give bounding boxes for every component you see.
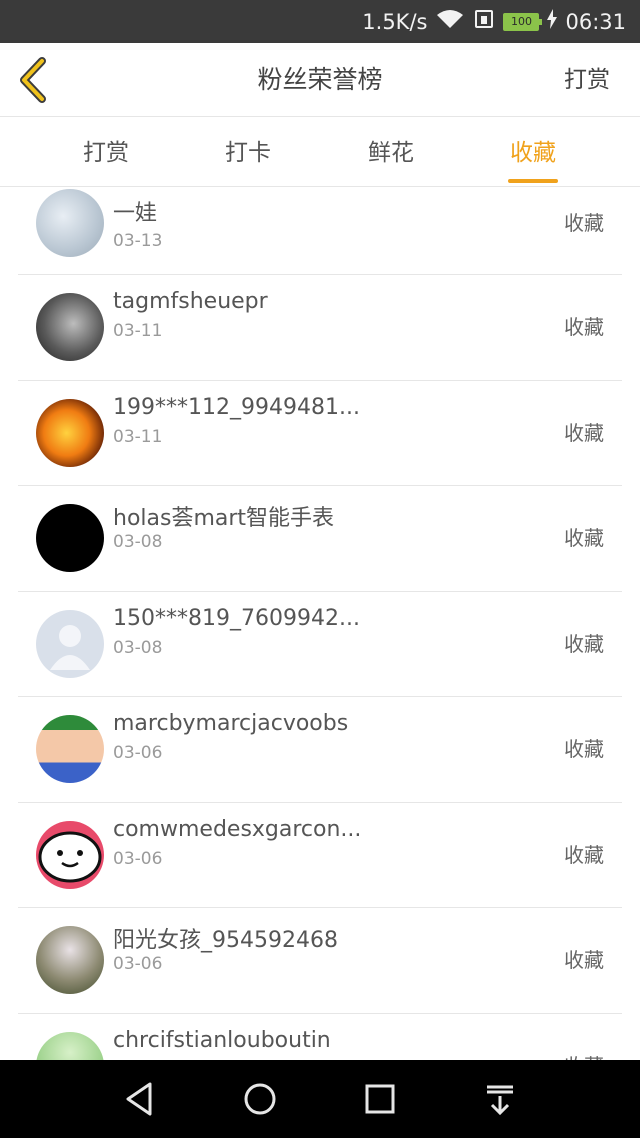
- list-action: 收藏: [564, 737, 604, 761]
- avatar[interactable]: [36, 504, 104, 572]
- tab-active-indicator: [508, 179, 558, 183]
- list-action: 收藏: [564, 420, 604, 445]
- square-recents-icon: [365, 1084, 395, 1114]
- user-name: 阳光女孩_954592468: [113, 928, 338, 953]
- list-item[interactable]: 一娃 03-13 收藏: [18, 187, 622, 275]
- header: 粉丝荣誉榜 打赏: [0, 43, 640, 117]
- avatar[interactable]: [36, 926, 104, 994]
- tab-favorites[interactable]: 收藏: [493, 117, 573, 187]
- user-name: tagmfsheuepr: [113, 289, 268, 314]
- avatar[interactable]: [36, 820, 104, 889]
- tab-flowers[interactable]: 鲜花: [351, 117, 431, 187]
- home-nav-button[interactable]: [240, 1079, 280, 1119]
- tab-label: 收藏: [510, 140, 556, 166]
- smiley-icon: [38, 831, 102, 882]
- status-bar-right: 1.5K/s 100 06:31: [362, 0, 626, 43]
- list-date: 03-06: [113, 848, 163, 869]
- user-name: 150***819_7609942...: [113, 605, 360, 631]
- list-item[interactable]: tagmfsheuepr 03-11 收藏: [18, 275, 622, 381]
- avatar[interactable]: [36, 609, 104, 678]
- list-action: 收藏: [564, 631, 604, 656]
- list-date: 03-06: [113, 743, 163, 763]
- avatar[interactable]: [36, 293, 104, 361]
- list-item[interactable]: marcbymarcjacvoobs 03-06 收藏: [18, 697, 622, 803]
- user-name: 199***112_9949481...: [113, 394, 360, 420]
- avatar[interactable]: [36, 189, 104, 257]
- list-date: 03-11: [113, 426, 163, 447]
- pull-down-icon: [487, 1085, 513, 1116]
- list-item[interactable]: holas荟mart智能手表 03-08 收藏: [18, 486, 622, 592]
- list-date: 03-11: [113, 321, 163, 341]
- page-title: 粉丝荣誉榜: [257, 65, 383, 94]
- user-name: holas荟mart智能手表: [113, 506, 335, 531]
- fan-list[interactable]: 一娃 03-13 收藏 tagmfsheuepr 03-11 收藏 199***…: [18, 187, 622, 1060]
- list-action: 收藏: [564, 315, 604, 339]
- list-item[interactable]: comwmedesxgarcon... 03-06 收藏: [18, 803, 622, 908]
- list-item[interactable]: 阳光女孩_954592468 03-06 收藏: [18, 908, 622, 1014]
- tab-label: 鲜花: [368, 140, 414, 166]
- list-item[interactable]: chrcifstianlouboutin 收藏: [18, 1014, 622, 1061]
- triangle-back-icon: [126, 1082, 152, 1116]
- list-action: 收藏: [564, 1014, 604, 1061]
- back-button[interactable]: [14, 55, 54, 105]
- navigation-bar: [0, 1060, 640, 1138]
- clock: 06:31: [565, 9, 626, 34]
- network-speed: 1.5K/s: [362, 9, 428, 34]
- avatar[interactable]: [36, 715, 104, 783]
- default-user-icon: [50, 624, 90, 670]
- list-date: 03-08: [113, 532, 163, 552]
- list-action: 收藏: [564, 526, 604, 550]
- list-action: 收藏: [564, 948, 604, 972]
- tab-label: 打卡: [225, 140, 271, 166]
- list-item[interactable]: 199***112_9949481... 03-11 收藏: [18, 381, 622, 486]
- battery-icon: 100: [503, 12, 543, 31]
- user-name: marcbymarcjacvoobs: [113, 711, 349, 736]
- tab-checkin[interactable]: 打卡: [208, 117, 288, 187]
- list-date: 03-13: [113, 231, 163, 251]
- chevron-left-icon: [20, 57, 46, 103]
- charging-icon: [547, 9, 558, 34]
- user-name: comwmedesxgarcon...: [113, 816, 362, 842]
- header-reward-button[interactable]: 打赏: [564, 43, 610, 117]
- tab-label: 打赏: [83, 140, 129, 166]
- notifications-nav-button[interactable]: [480, 1079, 520, 1119]
- tab-bar: 打赏 打卡 鲜花 收藏: [0, 117, 640, 187]
- list-date: 03-06: [113, 954, 163, 974]
- circle-home-icon: [244, 1083, 276, 1115]
- user-name: chrcifstianlouboutin: [113, 1027, 331, 1053]
- sim-icon: [473, 8, 495, 35]
- wifi-icon: [435, 8, 465, 35]
- recents-nav-button[interactable]: [360, 1079, 400, 1119]
- avatar[interactable]: [36, 1031, 104, 1060]
- status-bar: 1.5K/s 100 06:31: [0, 0, 640, 43]
- list-action: 收藏: [564, 211, 604, 235]
- back-nav-button[interactable]: [120, 1079, 160, 1119]
- tab-reward[interactable]: 打赏: [66, 117, 146, 187]
- avatar[interactable]: [36, 398, 104, 467]
- battery-level: 100: [510, 15, 532, 28]
- list-item[interactable]: 150***819_7609942... 03-08 收藏: [18, 592, 622, 697]
- list-action: 收藏: [564, 842, 604, 867]
- list-date: 03-08: [113, 637, 163, 658]
- user-name: 一娃: [113, 201, 158, 226]
